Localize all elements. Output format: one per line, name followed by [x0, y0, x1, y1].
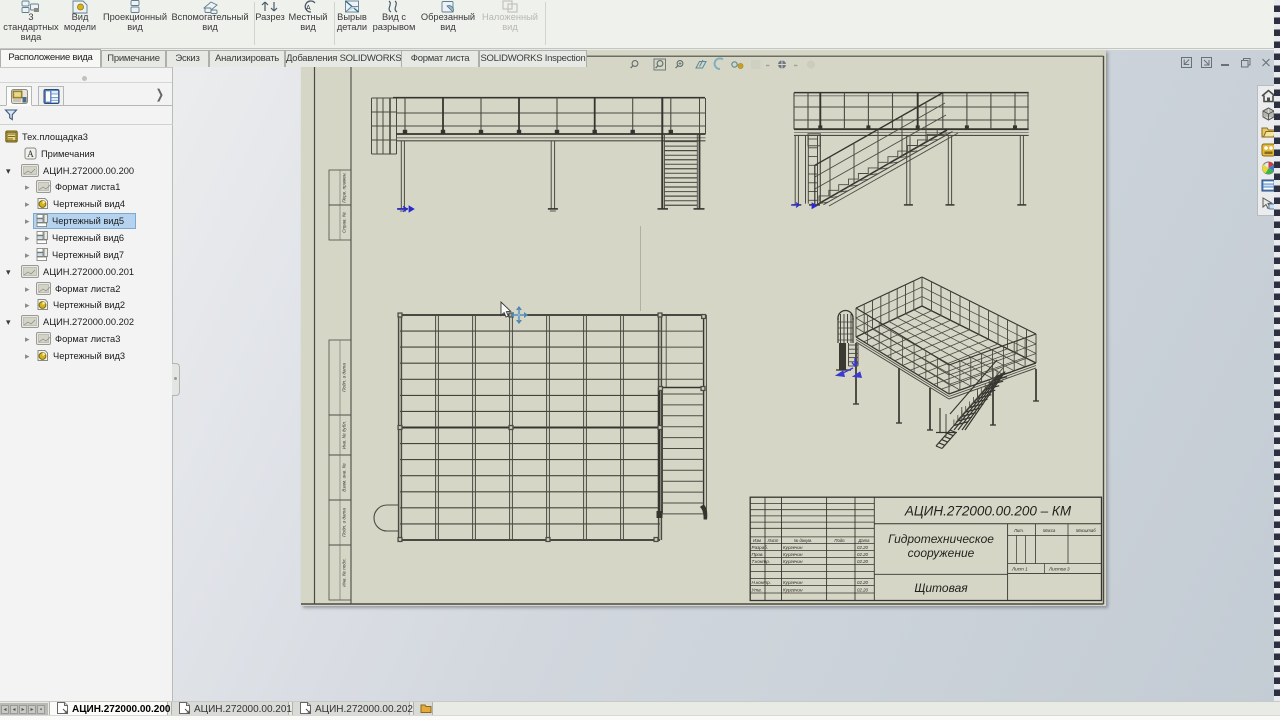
svg-text:Изм: Изм [753, 538, 761, 543]
svg-text:A: A [27, 149, 34, 159]
svg-text:02.20: 02.20 [857, 559, 869, 564]
svg-text:Инв. № дубл.: Инв. № дубл. [342, 421, 347, 449]
svg-text:A: A [306, 5, 311, 12]
svg-text:Дата: Дата [857, 538, 870, 543]
svg-text:02.20: 02.20 [857, 588, 869, 593]
svg-text:Масса: Масса [1043, 528, 1056, 533]
svg-text:Кургечин: Кургечин [783, 588, 803, 593]
svg-text:Разраб.: Разраб. [752, 545, 769, 550]
svg-text:Инв. № подл.: Инв. № подл. [342, 558, 347, 587]
svg-text:Справ. №: Справ. № [342, 212, 347, 233]
svg-text:Т.контр.: Т.контр. [752, 559, 771, 564]
svg-text:Гидротехническое: Гидротехническое [888, 532, 994, 546]
svg-text:Лист: Лист [767, 538, 779, 543]
svg-text:Подп. и дата: Подп. и дата [342, 363, 347, 392]
svg-text:Кургечин: Кургечин [783, 580, 803, 585]
svg-text:02.20: 02.20 [857, 580, 869, 585]
svg-text:Подп. и дата: Подп. и дата [342, 508, 347, 537]
svg-text:Масштаб: Масштаб [1076, 528, 1096, 533]
svg-text:Щитовая: Щитовая [914, 581, 968, 595]
svg-text:02.20: 02.20 [857, 545, 869, 550]
svg-text:Кургечин: Кургечин [783, 552, 803, 557]
svg-text:Листов 3: Листов 3 [1048, 567, 1070, 572]
svg-text:Перв. примен.: Перв. примен. [342, 172, 347, 203]
svg-text:Лит.: Лит. [1013, 528, 1024, 533]
svg-text:Н.контр.: Н.контр. [752, 580, 771, 585]
svg-text:Взам. инв. №: Взам. инв. № [342, 463, 347, 491]
svg-text:Подп.: Подп. [834, 538, 845, 543]
svg-text:Кургечин: Кургечин [783, 559, 803, 564]
svg-text:Пров.: Пров. [752, 552, 764, 557]
svg-text:Лист 1: Лист 1 [1011, 567, 1028, 572]
svg-text:Утв.: Утв. [752, 588, 762, 593]
svg-text:сооружение: сооружение [908, 546, 975, 560]
svg-text:АЦИН.272000.00.200 – КМ: АЦИН.272000.00.200 – КМ [904, 504, 1072, 519]
svg-text:02.20: 02.20 [857, 552, 869, 557]
svg-text:Кургечин: Кургечин [783, 545, 803, 550]
svg-text:№ докум.: № докум. [794, 538, 812, 543]
